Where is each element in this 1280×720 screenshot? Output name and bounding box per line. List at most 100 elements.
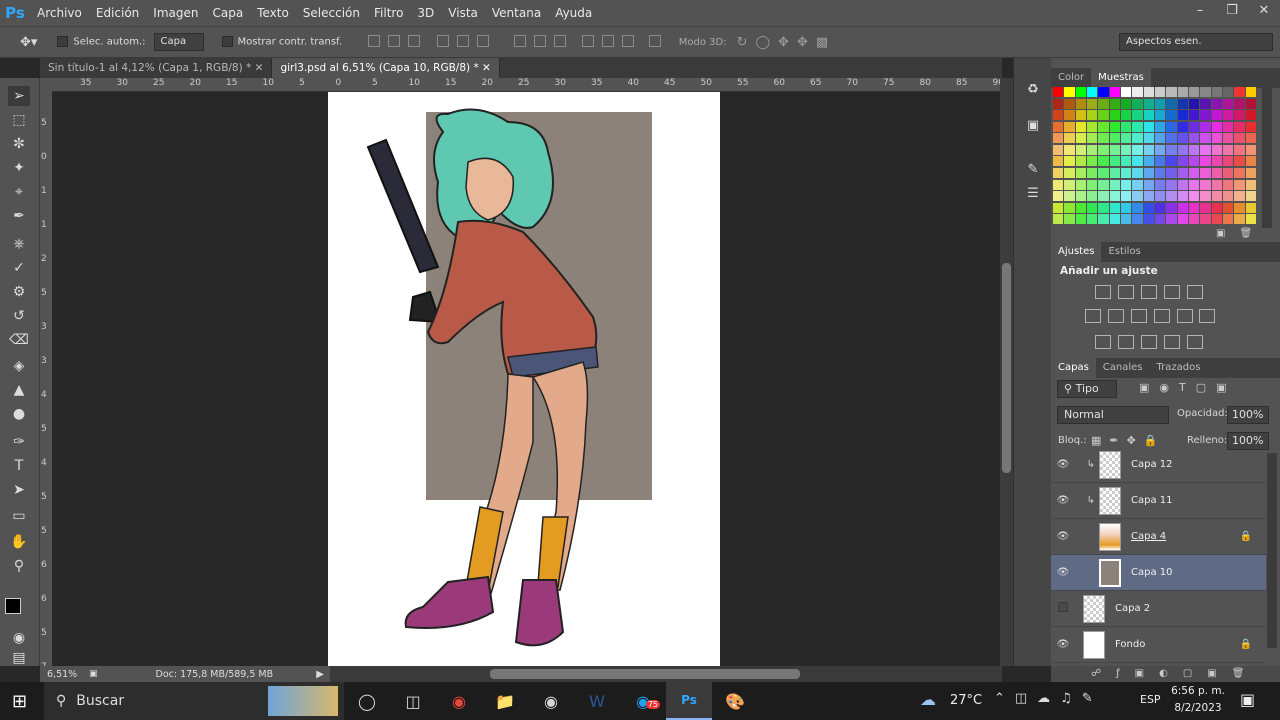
swatch[interactable] bbox=[1064, 121, 1075, 132]
tab-muestras[interactable]: Muestras bbox=[1091, 68, 1151, 88]
swatch[interactable] bbox=[1143, 156, 1154, 167]
distribute-bottom-icon[interactable] bbox=[554, 34, 567, 47]
history-panel-icon[interactable]: ♻ bbox=[1022, 82, 1044, 102]
swatch[interactable] bbox=[1098, 168, 1109, 179]
adjustment-icon[interactable] bbox=[1187, 335, 1203, 349]
path-select-icon[interactable]: ➤ bbox=[8, 480, 30, 500]
swatch[interactable] bbox=[1086, 156, 1098, 167]
swatch-actions[interactable]: ▣🗑 bbox=[1216, 228, 1266, 239]
eye-icon[interactable]: 👁 bbox=[1051, 531, 1075, 542]
align-top-icon[interactable] bbox=[368, 34, 381, 47]
swatch[interactable] bbox=[1109, 144, 1120, 155]
swatch[interactable] bbox=[1211, 98, 1222, 109]
swatch[interactable] bbox=[1109, 191, 1120, 202]
swatch[interactable] bbox=[1211, 144, 1222, 155]
swatch[interactable] bbox=[1154, 191, 1166, 202]
swatch[interactable] bbox=[1200, 179, 1211, 190]
swatch[interactable] bbox=[1188, 87, 1200, 97]
swatch[interactable] bbox=[1188, 144, 1200, 155]
paint-icon[interactable]: 🎨 bbox=[712, 682, 758, 720]
brush-tool-icon[interactable]: ✓ bbox=[8, 258, 30, 278]
swatch[interactable] bbox=[1188, 168, 1200, 179]
adjustment-icon[interactable] bbox=[1164, 335, 1180, 349]
swatch[interactable] bbox=[1075, 191, 1086, 202]
notification-icon[interactable]: ▣ bbox=[1240, 690, 1255, 709]
swatch[interactable] bbox=[1234, 191, 1245, 202]
adjustment-icon[interactable] bbox=[1141, 285, 1157, 299]
swatch[interactable] bbox=[1132, 121, 1143, 132]
swatch[interactable] bbox=[1075, 121, 1086, 132]
swatch[interactable] bbox=[1154, 98, 1166, 109]
menu-vista[interactable]: Vista bbox=[441, 0, 485, 26]
swatch[interactable] bbox=[1120, 87, 1132, 97]
zoom-tool-icon[interactable]: ⚲ bbox=[8, 556, 30, 576]
swatch[interactable] bbox=[1053, 110, 1064, 121]
layers-scrollbar[interactable] bbox=[1267, 453, 1277, 648]
swatch[interactable] bbox=[1098, 87, 1109, 97]
swatch[interactable] bbox=[1211, 156, 1222, 167]
layer-name[interactable]: Capa 11 bbox=[1131, 495, 1173, 506]
swatch[interactable] bbox=[1177, 202, 1188, 213]
swatch[interactable] bbox=[1166, 87, 1177, 97]
adjustment-icon[interactable] bbox=[1154, 309, 1170, 323]
swatch[interactable] bbox=[1098, 98, 1109, 109]
swatch[interactable] bbox=[1234, 156, 1245, 167]
swatch[interactable] bbox=[1098, 214, 1109, 225]
windows-start-icon[interactable]: ⊞ bbox=[12, 691, 27, 712]
history-brush-icon[interactable]: ↺ bbox=[8, 306, 30, 326]
swatch[interactable] bbox=[1075, 133, 1086, 144]
layer-name[interactable]: Capa 2 bbox=[1115, 603, 1150, 614]
swatch[interactable] bbox=[1166, 179, 1177, 190]
quick-mask-icon[interactable]: ◉ bbox=[8, 628, 30, 648]
swatch[interactable] bbox=[1120, 179, 1132, 190]
layer-row-active[interactable]: 👁 Capa 10 bbox=[1051, 555, 1266, 591]
swatch[interactable] bbox=[1132, 156, 1143, 167]
swatch[interactable] bbox=[1234, 214, 1245, 225]
swatch[interactable] bbox=[1143, 202, 1154, 213]
tab-estilos[interactable]: Estilos bbox=[1101, 242, 1147, 262]
layer-select-dropdown[interactable]: Capa bbox=[153, 33, 204, 51]
scroll-thumb[interactable] bbox=[490, 669, 800, 679]
swatch[interactable] bbox=[1166, 133, 1177, 144]
eye-icon[interactable]: 👁 bbox=[1051, 639, 1075, 650]
layer-filter-dropdown[interactable]: ⚲ Tipo bbox=[1057, 380, 1117, 398]
swatch[interactable] bbox=[1109, 179, 1120, 190]
swatch[interactable] bbox=[1222, 133, 1234, 144]
swatch[interactable] bbox=[1154, 110, 1166, 121]
swatch[interactable] bbox=[1053, 133, 1064, 144]
swatch[interactable] bbox=[1245, 168, 1256, 179]
workspace-dropdown[interactable]: Aspectos esen. bbox=[1119, 33, 1273, 51]
messenger-icon[interactable]: ◉ 75 bbox=[620, 682, 666, 720]
info-panel-icon[interactable]: ▣ bbox=[1022, 118, 1044, 138]
swatch[interactable] bbox=[1143, 133, 1154, 144]
eyedropper-icon[interactable]: ✒ bbox=[8, 206, 30, 226]
swatch[interactable] bbox=[1120, 110, 1132, 121]
swatch[interactable] bbox=[1177, 168, 1188, 179]
taskbar-search[interactable]: ⚲ Buscar bbox=[44, 682, 344, 720]
layer-row[interactable]: 👁 ↳ Capa 11 bbox=[1051, 483, 1266, 519]
swatch[interactable] bbox=[1234, 179, 1245, 190]
tab-color[interactable]: Color bbox=[1051, 68, 1091, 88]
swatch[interactable] bbox=[1177, 98, 1188, 109]
swatch[interactable] bbox=[1200, 121, 1211, 132]
swatch[interactable] bbox=[1245, 87, 1256, 97]
menu-3d[interactable]: 3D bbox=[410, 0, 441, 26]
swatch[interactable] bbox=[1143, 168, 1154, 179]
swatch[interactable] bbox=[1234, 168, 1245, 179]
eye-icon[interactable]: 👁 bbox=[1051, 567, 1075, 578]
menu-filtro[interactable]: Filtro bbox=[367, 0, 410, 26]
adjustment-icon[interactable] bbox=[1108, 309, 1124, 323]
swatch[interactable] bbox=[1154, 202, 1166, 213]
swatch[interactable] bbox=[1177, 144, 1188, 155]
blend-mode-dropdown[interactable]: Normal bbox=[1057, 406, 1169, 424]
tab-girl3[interactable]: girl3.psd al 6,51% (Capa 10, RGB/8) * ✕ bbox=[272, 58, 500, 78]
swatch[interactable] bbox=[1234, 144, 1245, 155]
swatch[interactable] bbox=[1166, 168, 1177, 179]
swatch[interactable] bbox=[1075, 179, 1086, 190]
swatch[interactable] bbox=[1245, 191, 1256, 202]
swatch[interactable] bbox=[1120, 98, 1132, 109]
swatch[interactable] bbox=[1143, 191, 1154, 202]
swatch[interactable] bbox=[1188, 98, 1200, 109]
menu-ayuda[interactable]: Ayuda bbox=[548, 0, 599, 26]
swatch[interactable] bbox=[1109, 121, 1120, 132]
